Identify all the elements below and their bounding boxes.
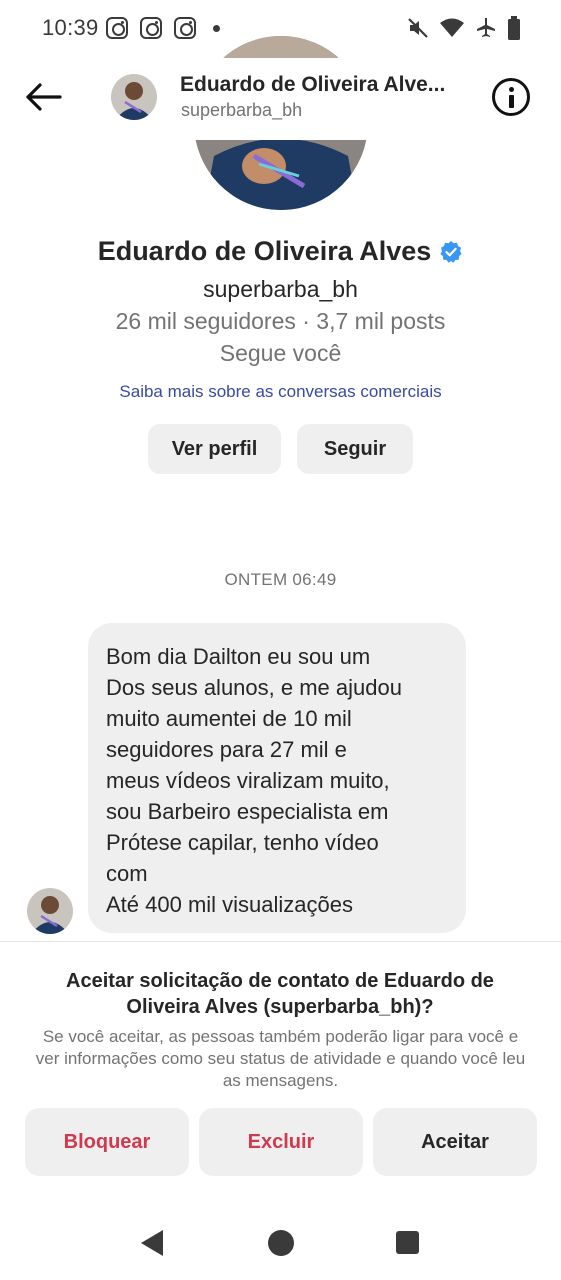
nav-recents-icon[interactable] — [396, 1231, 419, 1254]
follows-you-label: Segue você — [219, 340, 342, 366]
profile-name-row: Eduardo de Oliveira Alves — [0, 236, 561, 267]
battery-icon — [508, 16, 520, 40]
follow-button[interactable]: Seguir — [297, 424, 413, 474]
profile-name: Eduardo de Oliveira Alves — [97, 236, 432, 266]
request-title: Aceitar solicitação de contato de Eduard… — [66, 970, 494, 1018]
view-profile-button[interactable]: Ver perfil — [148, 424, 281, 474]
chat-header: Eduardo de Oliveira Alve... superbarba_b… — [0, 58, 561, 140]
profile-stats: 26 mil seguidores · 3,7 mil posts — [115, 308, 446, 334]
instagram-icon — [174, 17, 196, 39]
system-nav-bar — [0, 1210, 561, 1280]
message-bubble[interactable]: Bom dia Dailton eu sou um Dos seus aluno… — [88, 623, 466, 933]
verified-badge-icon — [440, 240, 462, 263]
instagram-icon — [106, 17, 128, 39]
status-time: 10:39 — [42, 15, 99, 40]
nav-home-icon[interactable] — [268, 1230, 294, 1256]
airplane-icon — [477, 18, 495, 37]
request-actions: Bloquear Excluir Aceitar — [25, 1108, 537, 1176]
divider — [0, 941, 561, 942]
block-button[interactable]: Bloquear — [25, 1108, 189, 1176]
accept-button[interactable]: Aceitar — [373, 1108, 537, 1176]
back-button[interactable] — [22, 78, 64, 116]
wifi-icon — [440, 18, 464, 37]
business-chats-link[interactable]: Saiba mais sobre as conversas comerciais — [0, 382, 561, 402]
dot-icon — [213, 25, 220, 32]
message-text: Bom dia Dailton eu sou um Dos seus aluno… — [106, 644, 402, 917]
status-icons — [407, 16, 521, 40]
message-timestamp: ONTEM 06:49 — [224, 570, 337, 589]
header-username[interactable]: superbarba_bh — [181, 100, 302, 121]
request-description: Se você aceitar, as pessoas também poder… — [35, 1027, 526, 1090]
profile-username: superbarba_bh — [203, 276, 358, 302]
profile-actions: Ver perfil Seguir — [148, 424, 413, 474]
info-icon[interactable] — [492, 78, 530, 116]
message-avatar[interactable] — [27, 888, 73, 934]
mute-icon — [408, 18, 428, 38]
instagram-icon — [140, 17, 162, 39]
arrow-left-icon — [26, 83, 62, 111]
header-avatar[interactable] — [111, 74, 157, 120]
delete-button[interactable]: Excluir — [199, 1108, 363, 1176]
nav-back-icon[interactable] — [141, 1230, 163, 1256]
header-name[interactable]: Eduardo de Oliveira Alve... — [180, 73, 470, 97]
